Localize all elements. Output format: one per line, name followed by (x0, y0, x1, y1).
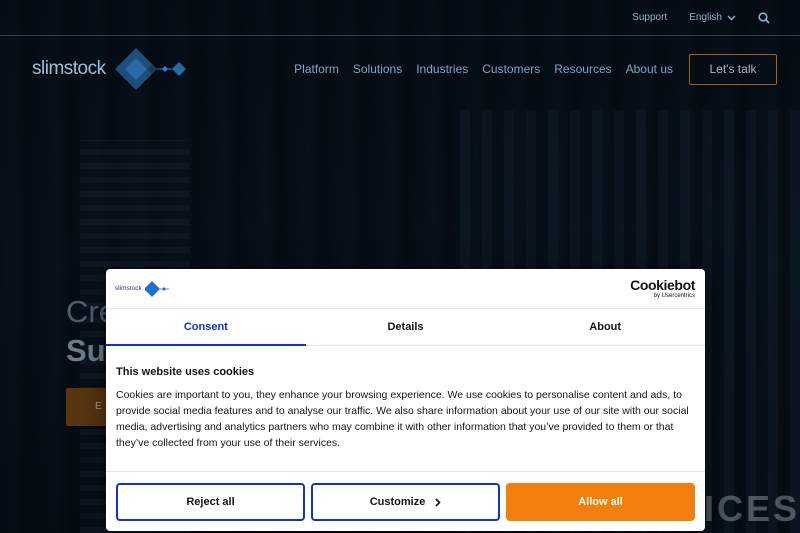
tab-about[interactable]: About (505, 309, 705, 345)
search-icon[interactable] (758, 11, 770, 24)
tab-consent[interactable]: Consent (106, 309, 306, 346)
logo-diamond-icon (144, 280, 169, 297)
dialog-site-logo: slimstock (115, 280, 169, 297)
nav-customers[interactable]: Customers (482, 62, 540, 76)
dialog-tabs: Consent Details About (106, 309, 705, 346)
utility-bar: Support English (0, 0, 800, 36)
reject-all-button[interactable]: Reject all (116, 483, 305, 521)
cookiebot-name: Cookiebot (630, 277, 695, 293)
logo-diamond-icon (114, 48, 186, 90)
chevron-right-icon (435, 497, 441, 507)
allow-all-label: Allow all (578, 496, 623, 508)
nav-solutions[interactable]: Solutions (353, 62, 402, 76)
dialog-actions: Reject all Customize Allow all (106, 472, 705, 521)
lets-talk-button[interactable]: Let's talk (689, 53, 777, 85)
nav-resources[interactable]: Resources (554, 62, 611, 76)
dialog-logo-wordmark: slimstock (115, 285, 142, 292)
language-selector[interactable]: English (689, 12, 736, 23)
customize-button[interactable]: Customize (311, 483, 500, 521)
dialog-body: This website uses cookies Cookies are im… (106, 346, 705, 472)
main-header: slimstock Platform Solutions Industries … (0, 36, 800, 102)
dialog-description: Cookies are important to you, they enhan… (116, 389, 689, 449)
hero-cta-label: E (95, 401, 102, 412)
cookiebot-logo[interactable]: Cookiebot by Usercentrics (630, 278, 695, 299)
reject-all-label: Reject all (186, 496, 235, 508)
main-nav: Platform Solutions Industries Customers … (294, 62, 673, 76)
nav-industries[interactable]: Industries (416, 62, 468, 76)
nav-platform[interactable]: Platform (294, 62, 339, 76)
logo-wordmark: slimstock (32, 58, 106, 79)
customize-label: Customize (369, 496, 426, 508)
dialog-header: slimstock Cookiebot by Usercentrics (106, 269, 705, 309)
site-logo[interactable]: slimstock (32, 46, 190, 92)
nav-about-us[interactable]: About us (626, 62, 673, 76)
building-sign-text: ICES (703, 488, 800, 529)
cookie-consent-dialog: slimstock Cookiebot by Usercentrics Cons… (106, 269, 705, 531)
language-label: English (689, 12, 722, 23)
allow-all-button[interactable]: Allow all (506, 483, 695, 521)
tab-details[interactable]: Details (306, 309, 506, 345)
chevron-down-icon (727, 15, 736, 20)
hero-heading-line2: Su (66, 333, 106, 368)
cookiebot-by: by Usercentrics (653, 293, 695, 299)
support-link[interactable]: Support (632, 12, 667, 23)
dialog-title: This website uses cookies (116, 366, 255, 378)
